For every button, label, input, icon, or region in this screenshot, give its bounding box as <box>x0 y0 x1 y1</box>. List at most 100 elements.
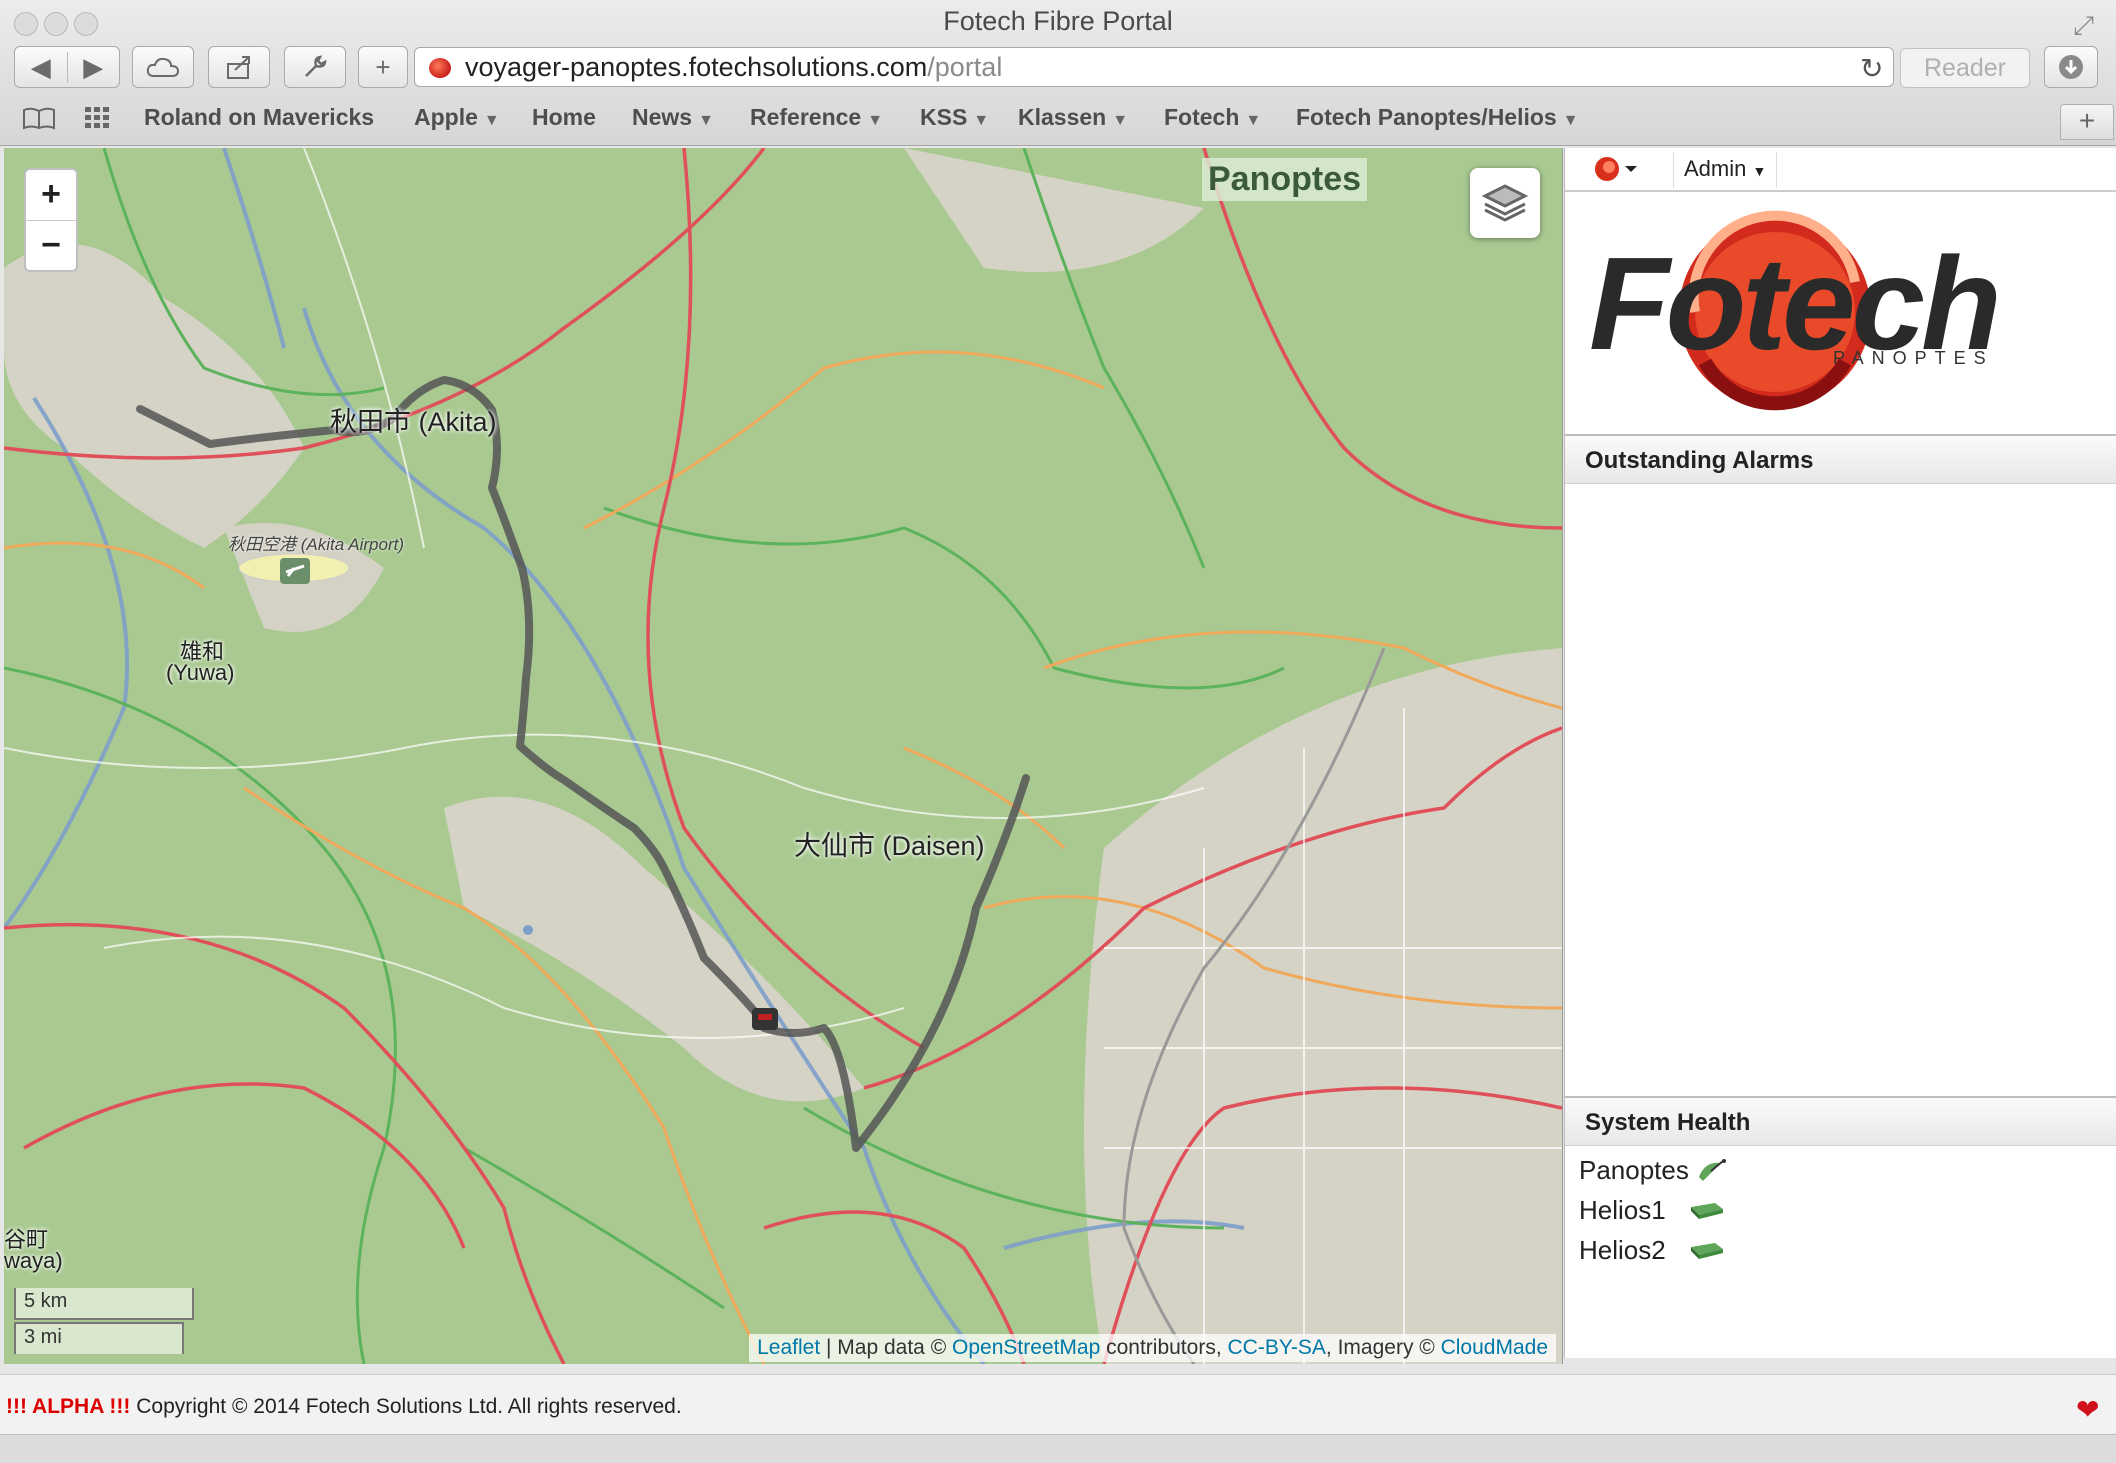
caret-down-icon: ▼ <box>1245 112 1262 129</box>
bookmark-roland[interactable]: Roland on Mavericks <box>144 104 374 131</box>
layers-button[interactable] <box>1470 168 1540 238</box>
caret-down-icon: ▼ <box>1562 112 1579 129</box>
attribution-text: contributors, <box>1100 1336 1228 1359</box>
bookmark-label: Fotech <box>1164 104 1240 130</box>
browser-status-bar <box>0 1434 2116 1463</box>
alarms-list <box>1565 484 2116 1096</box>
place-label-akita: 秋田市 (Akita) <box>330 407 497 437</box>
bookmark-news[interactable]: News ▼ <box>632 104 714 131</box>
bookmark-label: News <box>632 104 693 130</box>
back-forward-buttons: ◀ ▶ <box>14 46 120 88</box>
reader-button[interactable]: Reader <box>1900 48 2030 88</box>
page-footer: !!! ALPHA !!! Copyright © 2014 Fotech So… <box>0 1374 2116 1435</box>
leaflet-link[interactable]: Leaflet <box>757 1336 820 1359</box>
health-item-label: Helios2 <box>1579 1234 1666 1265</box>
url-text: voyager-panoptes.fotechsolutions.com/por… <box>465 52 1002 83</box>
bookmark-fotech-panoptes-helios[interactable]: Fotech Panoptes/Helios ▼ <box>1296 104 1579 131</box>
top-sites-grid-icon[interactable] <box>84 106 112 130</box>
bookmark-label: Fotech Panoptes/Helios <box>1296 104 1557 130</box>
sidebar: Admin ▼ Fotech PANOPTES Outstanding Alar… <box>1564 148 2116 1358</box>
bookmark-label: Klassen <box>1018 104 1107 130</box>
health-item-helios1: Helios1 <box>1579 1190 1729 1230</box>
extensions-button[interactable] <box>284 46 346 88</box>
license-link[interactable]: CC-BY-SA <box>1228 1336 1326 1359</box>
fullscreen-icon[interactable]: ⤢ <box>2073 10 2094 42</box>
layers-icon <box>1481 184 1529 222</box>
scale-km: 5 km <box>14 1288 194 1320</box>
site-favicon-icon <box>429 58 451 78</box>
bookmarks-bar: Roland on Mavericks Apple ▼ Home News ▼ Re… <box>0 100 2116 140</box>
bookmark-label: Home <box>532 104 596 130</box>
wrench-icon <box>305 55 327 77</box>
zoom-control: + − <box>24 168 78 272</box>
bookmark-label: Apple <box>414 104 478 130</box>
bookmark-kss[interactable]: KSS ▼ <box>920 104 989 131</box>
map-scale: 5 km 3 mi <box>14 1288 194 1354</box>
place-label-akita-airport: 秋田空港 (Akita Airport) <box>228 535 405 554</box>
sidebar-menubar: Admin ▼ <box>1565 148 2116 192</box>
bookmark-fotech[interactable]: Fotech ▼ <box>1164 104 1261 131</box>
map-tiles <box>4 148 1562 1364</box>
caret-down-icon: ▼ <box>1752 163 1767 179</box>
health-item-panoptes: Panoptes <box>1579 1150 1729 1190</box>
user-menu-button[interactable]: Admin ▼ <box>1673 152 1778 188</box>
forward-button[interactable]: ▶ <box>66 51 120 83</box>
bookmark-apple[interactable]: Apple ▼ <box>414 104 500 131</box>
add-bookmark-button[interactable]: + <box>358 46 408 88</box>
address-bar[interactable]: voyager-panoptes.fotechsolutions.com/por… <box>414 47 1894 87</box>
system-health-list: Panoptes Helios1 Helios2 <box>1579 1150 1729 1270</box>
map-view[interactable]: + − Panoptes 秋田市 (Akita) 秋田空港 (Akita Air… <box>4 148 1563 1364</box>
server-icon <box>1691 1243 1723 1259</box>
new-tab-button[interactable]: + <box>2060 104 2114 140</box>
osm-link[interactable]: OpenStreetMap <box>952 1336 1100 1359</box>
bookmark-klassen[interactable]: Klassen ▼ <box>1018 104 1128 131</box>
health-item-label: Panoptes <box>1579 1154 1689 1185</box>
plus-icon: + <box>375 51 391 82</box>
downloads-button[interactable] <box>2044 46 2098 88</box>
reload-icon[interactable]: ↻ <box>1860 52 1883 85</box>
reading-list-icon[interactable] <box>22 106 56 130</box>
satellite-dish-icon <box>1698 1159 1726 1181</box>
caret-down-icon: ▼ <box>973 112 990 129</box>
user-menu-label: Admin <box>1684 156 1747 181</box>
caret-down-icon: ▼ <box>483 112 500 129</box>
back-button[interactable]: ◀ <box>15 52 67 83</box>
fotech-panoptes-logo: Fotech PANOPTES <box>1565 192 2116 432</box>
logo-subtitle: PANOPTES <box>1833 348 1994 368</box>
map-system-label: Panoptes <box>1202 158 1368 201</box>
caret-down-icon: ▼ <box>1112 112 1129 129</box>
health-item-label: Helios1 <box>1579 1194 1666 1225</box>
copyright-text: Copyright © 2014 Fotech Solutions Ltd. A… <box>130 1395 682 1418</box>
bookmark-reference[interactable]: Reference ▼ <box>750 104 883 131</box>
place-label-yuwa-en: (Yuwa) <box>166 660 235 685</box>
place-label-edge-en: waya) <box>4 1248 63 1273</box>
heart-icon[interactable]: ❤ <box>2076 1393 2099 1426</box>
zoom-in-button[interactable]: + <box>26 170 76 221</box>
share-button[interactable] <box>208 46 270 88</box>
place-label-daisen: 大仙市 (Daisen) <box>794 831 985 861</box>
bookmark-label: Roland on Mavericks <box>144 104 375 130</box>
zoom-out-button[interactable]: − <box>26 221 76 271</box>
share-icon <box>227 56 250 79</box>
url-path: /portal <box>927 52 1003 82</box>
health-item-helios2: Helios2 <box>1579 1230 1729 1270</box>
url-host: voyager-panoptes.fotechsolutions.com <box>465 52 928 82</box>
icloud-tabs-button[interactable] <box>132 46 194 88</box>
app-menu-button[interactable] <box>1579 152 1643 186</box>
fotech-logo-icon <box>1595 157 1637 181</box>
alpha-badge: !!! ALPHA !!! <box>6 1395 131 1418</box>
map-attribution: Leaflet | Map data © OpenStreetMap contr… <box>749 1334 1556 1362</box>
window-title: Fotech Fibre Portal <box>943 6 1173 36</box>
scale-mi: 3 mi <box>14 1322 184 1354</box>
cloud-icon <box>146 57 180 77</box>
outstanding-alarms-header: Outstanding Alarms <box>1565 434 2116 484</box>
bookmark-label: KSS <box>920 104 968 130</box>
server-icon <box>1691 1203 1723 1219</box>
system-health-header: System Health <box>1565 1096 2116 1146</box>
footer-text: !!! ALPHA !!! Copyright © 2014 Fotech So… <box>6 1395 682 1419</box>
bookmark-label: Reference <box>750 104 862 130</box>
bookmark-home[interactable]: Home <box>532 104 596 131</box>
attribution-text: | Map data © <box>820 1336 952 1359</box>
attribution-text: , Imagery © <box>1325 1336 1441 1359</box>
cloudmade-link[interactable]: CloudMade <box>1441 1336 1548 1359</box>
